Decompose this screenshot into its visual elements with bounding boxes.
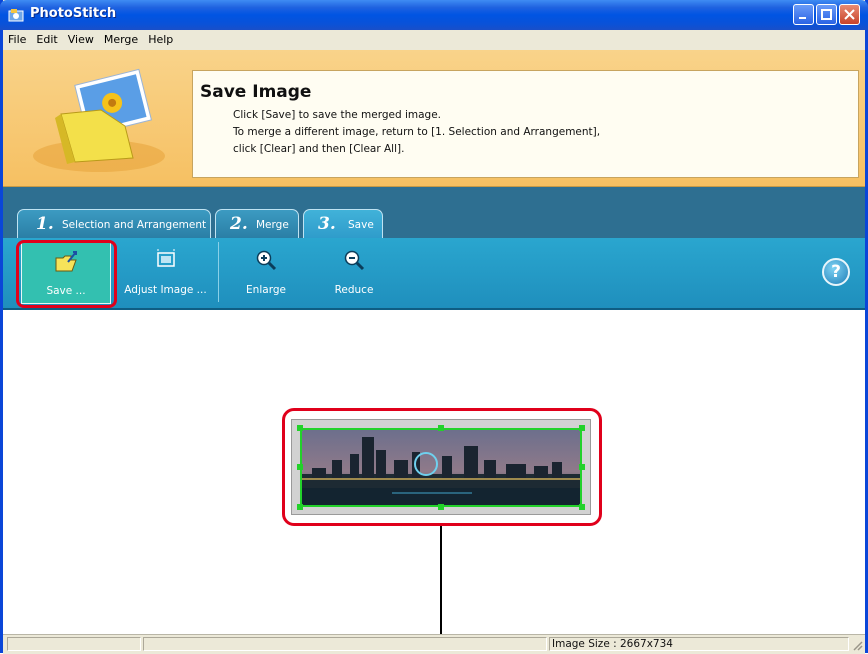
toolbar: Save ... Adjust Image ... Enlarge Reduce [3, 238, 865, 310]
menu-merge[interactable]: Merge [99, 30, 143, 46]
adjust-image-icon [156, 249, 175, 267]
instruction-line-3: click [Clear] and then [Clear All]. [233, 143, 405, 155]
tab-label: Selection and Arrangement [62, 219, 207, 231]
adjust-image-button[interactable]: Adjust Image ... [118, 242, 213, 304]
enlarge-button[interactable]: Enlarge [236, 242, 296, 304]
minimize-icon [799, 17, 806, 19]
zoom-out-icon [344, 250, 365, 271]
menu-edit[interactable]: Edit [31, 30, 62, 46]
status-pane [7, 637, 141, 651]
resize-grip-icon[interactable] [851, 639, 863, 651]
status-bar: Image Size : 2667x734 [3, 634, 865, 654]
tab-label: Merge [256, 219, 289, 231]
help-icon: ? [831, 262, 841, 282]
reduce-button-label: Reduce [334, 284, 374, 296]
minimize-button[interactable] [793, 4, 814, 25]
step-banner: Save Image Click [Save] to save the merg… [3, 50, 865, 187]
step-heading: Save Image [200, 82, 312, 102]
tab-label: Save [348, 219, 374, 231]
menu-bar: File Edit View Merge Help [3, 30, 865, 50]
image-size-status: Image Size : 2667x734 [552, 638, 673, 650]
app-window: PhotoStitch File Edit View Merge Help Sa… [0, 0, 868, 654]
close-icon [844, 9, 855, 20]
title-bar[interactable]: PhotoStitch [0, 0, 868, 30]
instruction-line-1: Click [Save] to save the merged image. [233, 109, 442, 121]
menu-help[interactable]: Help [143, 30, 178, 46]
toolbar-separator [218, 242, 219, 302]
image-highlight-callout [282, 408, 602, 526]
tab-number: 1. [36, 214, 54, 234]
tab-save[interactable]: 3. Save [303, 209, 383, 238]
menu-view[interactable]: View [63, 30, 99, 46]
status-pane [143, 637, 547, 651]
folder-photo-icon [33, 68, 165, 172]
maximize-icon [821, 9, 832, 20]
tab-merge[interactable]: 2. Merge [215, 209, 299, 238]
step-tabs: 1. Selection and Arrangement 2. Merge 3.… [3, 187, 865, 238]
tab-number: 2. [230, 214, 248, 234]
instructions-panel: Save Image Click [Save] to save the merg… [192, 70, 859, 178]
adjust-image-button-label: Adjust Image ... [124, 284, 207, 296]
tab-selection-and-arrangement[interactable]: 1. Selection and Arrangement [17, 209, 211, 238]
help-button[interactable]: ? [822, 258, 850, 286]
reduce-button[interactable]: Reduce [324, 242, 384, 304]
zoom-in-icon [256, 250, 277, 271]
window-title: PhotoStitch [30, 6, 117, 21]
photostitch-app-icon [8, 9, 24, 22]
close-button[interactable] [839, 4, 860, 25]
instruction-line-2: To merge a different image, return to [1… [233, 126, 601, 138]
menu-file[interactable]: File [3, 30, 31, 46]
enlarge-button-label: Enlarge [246, 284, 286, 296]
tab-number: 3. [318, 214, 336, 234]
save-highlight-callout [16, 240, 117, 308]
maximize-button[interactable] [816, 4, 837, 25]
